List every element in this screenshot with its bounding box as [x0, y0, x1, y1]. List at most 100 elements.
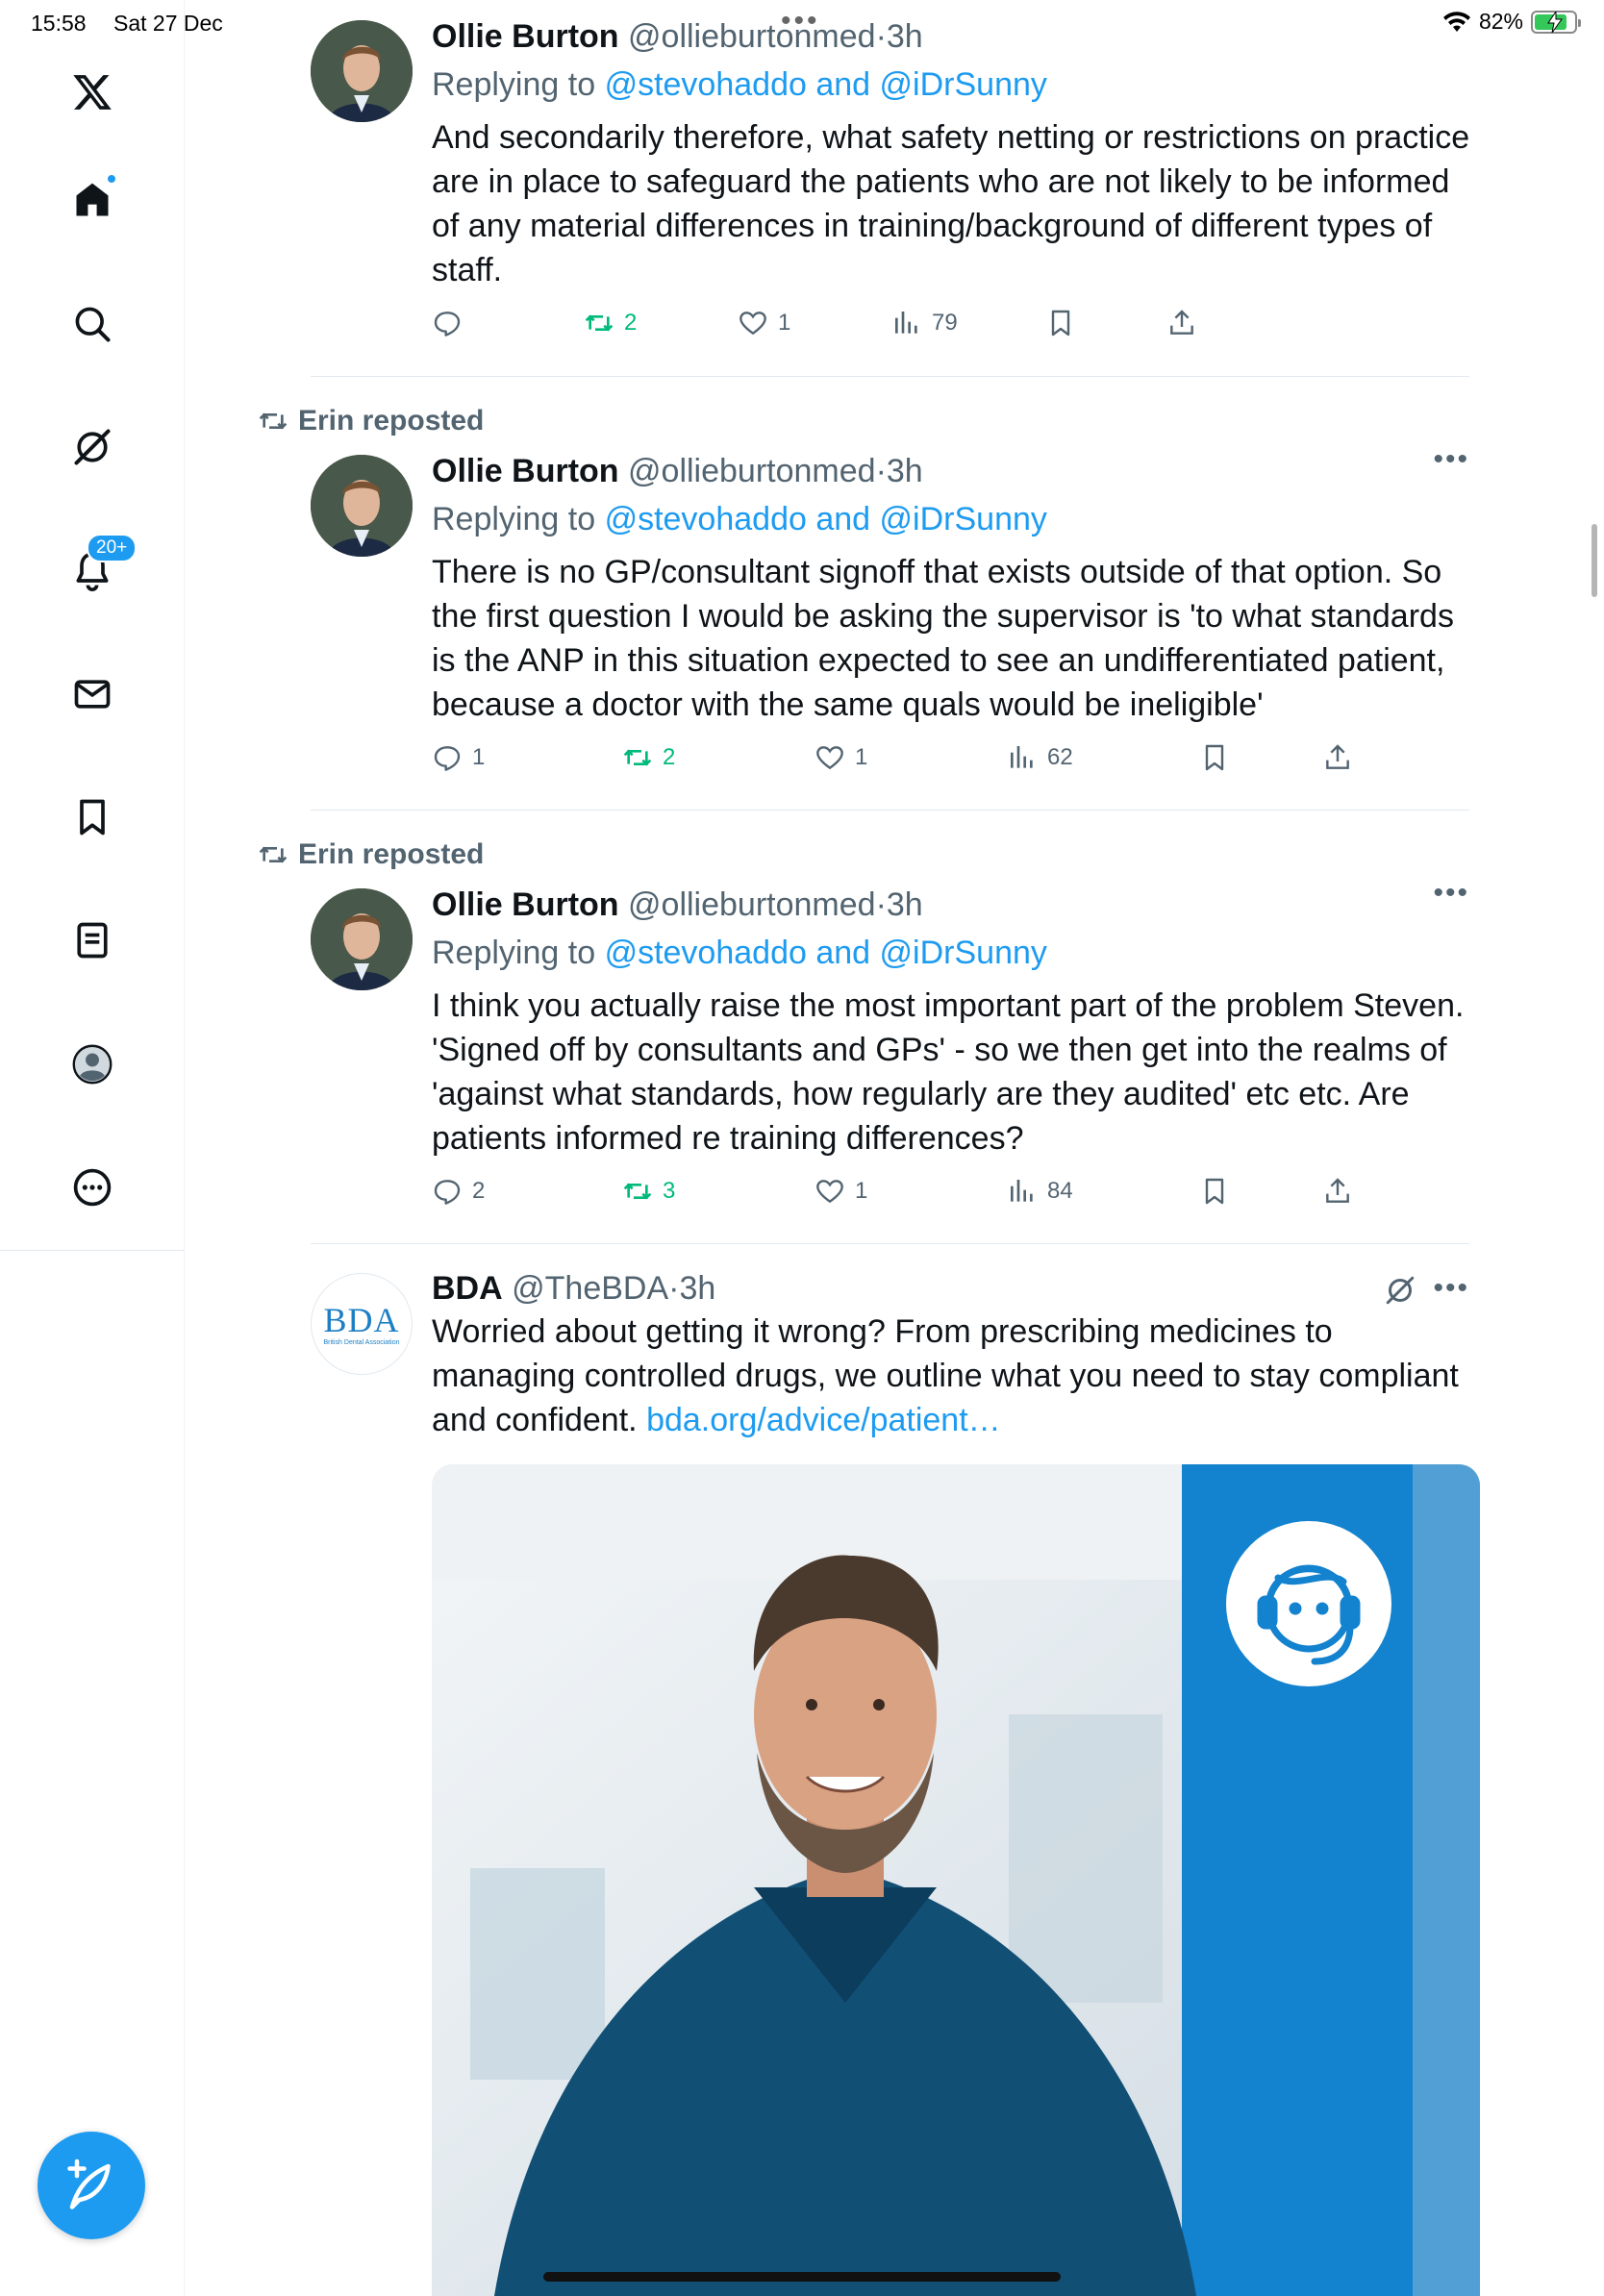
- profile-icon[interactable]: [54, 1026, 131, 1103]
- tweet[interactable]: ••• Ollie Burton @ollieburtonmed·3h Repl…: [311, 445, 1469, 808]
- bookmarks-icon[interactable]: [54, 779, 131, 856]
- reposted-by-label: Erin reposted: [298, 838, 485, 870]
- share-button[interactable]: [1322, 742, 1353, 773]
- bookmark-button[interactable]: [1199, 742, 1230, 773]
- retweet-icon: [623, 749, 652, 766]
- mention-link[interactable]: @iDrSunny: [880, 66, 1047, 103]
- separator-dot: ·: [875, 886, 887, 923]
- timestamp[interactable]: 3h: [887, 453, 923, 489]
- timestamp[interactable]: 3h: [679, 1270, 715, 1307]
- replying-to-label: Replying to: [432, 501, 596, 537]
- display-name[interactable]: Ollie Burton: [432, 18, 619, 55]
- handle[interactable]: @ollieburtonmed: [628, 453, 876, 489]
- bda-logo-subtitle: British Dental Association: [323, 1338, 400, 1346]
- tweet[interactable]: ••• Ollie Burton @ollieburtonmed·3h Repl…: [311, 879, 1469, 1241]
- tweet-text: I think you actually raise the most impo…: [432, 987, 1465, 1157]
- mention-link[interactable]: @stevohaddo: [605, 935, 807, 971]
- reply-button[interactable]: [432, 308, 472, 338]
- avatar[interactable]: [311, 20, 413, 122]
- repost-indicator[interactable]: Erin reposted: [258, 405, 484, 437]
- tweet-actions: 1 2 1 62: [432, 742, 1349, 781]
- like-button[interactable]: 1: [815, 742, 867, 773]
- mention-link[interactable]: @iDrSunny: [880, 501, 1047, 537]
- scroll-indicator[interactable]: [1591, 524, 1597, 597]
- and-label: and: [815, 66, 871, 103]
- share-icon: [1170, 310, 1193, 335]
- bookmark-button[interactable]: [1199, 1176, 1230, 1207]
- reposted-by-label: Erin reposted: [298, 405, 485, 437]
- share-button[interactable]: [1166, 308, 1197, 338]
- share-icon: [1326, 744, 1349, 769]
- display-name[interactable]: Ollie Burton: [432, 886, 619, 923]
- tweet-divider: [311, 1243, 1469, 1244]
- repost-indicator[interactable]: Erin reposted: [258, 838, 484, 871]
- separator-dot: ·: [875, 18, 887, 55]
- handle[interactable]: @ollieburtonmed: [628, 886, 876, 923]
- retweet-button[interactable]: 2: [622, 742, 675, 773]
- replying-to: Replying to @stevohaddo and @iDrSunny: [432, 500, 1480, 538]
- reply-count: 2: [472, 1178, 486, 1204]
- like-count: 1: [855, 1178, 868, 1204]
- handle[interactable]: @TheBDA: [512, 1270, 668, 1307]
- x-logo-icon[interactable]: [54, 54, 131, 131]
- views-button[interactable]: 84: [1007, 1176, 1073, 1207]
- tweet-link[interactable]: bda.org/advice/patient…: [646, 1402, 1001, 1438]
- tweet[interactable]: Ollie Burton @ollieburtonmed·3h Replying…: [311, 17, 1469, 373]
- mention-link[interactable]: @stevohaddo: [605, 501, 807, 537]
- share-button[interactable]: [1322, 1176, 1353, 1207]
- more-icon[interactable]: [54, 1149, 131, 1226]
- reply-icon: [434, 746, 461, 771]
- handle[interactable]: @ollieburtonmed: [628, 18, 876, 55]
- home-icon[interactable]: [54, 162, 131, 238]
- retweet-icon: [585, 314, 614, 332]
- tweet-content: Ollie Burton @ollieburtonmed·3h Replying…: [432, 886, 1480, 1205]
- notifications-icon[interactable]: 20+: [54, 532, 138, 609]
- views-button[interactable]: 62: [1007, 742, 1073, 773]
- home-indicator[interactable]: [543, 2272, 1061, 2282]
- reply-button[interactable]: 1: [432, 742, 485, 773]
- mention-link[interactable]: @iDrSunny: [880, 935, 1047, 971]
- mention-link[interactable]: @stevohaddo: [605, 66, 807, 103]
- tweet-actions: 2 1 79: [432, 308, 1201, 346]
- like-count: 1: [855, 744, 868, 770]
- reply-count: 1: [472, 744, 486, 770]
- display-name[interactable]: BDA: [432, 1270, 503, 1307]
- retweet-count: 3: [663, 1178, 676, 1204]
- tweet-text: There is no GP/consultant signoff that e…: [432, 554, 1454, 723]
- bookmark-icon: [1205, 744, 1224, 771]
- tweet-actions: 2 3 1 84: [432, 1176, 1349, 1214]
- like-button[interactable]: 1: [815, 1176, 867, 1207]
- sidebar-divider: [0, 1250, 185, 1251]
- tweet-header: Ollie Burton @ollieburtonmed·3h: [432, 17, 1480, 56]
- tweet-media-image[interactable]: [432, 1464, 1480, 2296]
- avatar[interactable]: BDA British Dental Association: [311, 1273, 413, 1375]
- home-unread-dot: [106, 173, 117, 185]
- tweet-divider: [311, 376, 1469, 377]
- avatar[interactable]: [311, 888, 413, 990]
- sidebar: 20+: [0, 0, 185, 2296]
- retweet-button[interactable]: 2: [584, 308, 637, 338]
- tweet-content: Ollie Burton @ollieburtonmed·3h Replying…: [432, 452, 1480, 771]
- timestamp[interactable]: 3h: [887, 18, 923, 55]
- and-label: and: [815, 935, 871, 971]
- reply-button[interactable]: 2: [432, 1176, 485, 1207]
- retweet-count: 2: [663, 744, 676, 770]
- tweet[interactable]: BDA British Dental Association ••• BDA @…: [311, 1269, 1480, 2296]
- views-icon: [1011, 1180, 1033, 1202]
- retweet-button[interactable]: 3: [622, 1176, 675, 1207]
- tweet-content: BDA @TheBDA·3h Worried about getting it …: [432, 1269, 1480, 2296]
- messages-icon[interactable]: [54, 656, 131, 733]
- views-button[interactable]: 79: [891, 308, 958, 338]
- like-button[interactable]: 1: [738, 308, 790, 338]
- search-icon[interactable]: [54, 286, 131, 362]
- timeline-feed: Ollie Burton @ollieburtonmed·3h Replying…: [186, 0, 1484, 2296]
- compose-button[interactable]: [38, 2132, 145, 2239]
- lists-icon[interactable]: [54, 902, 131, 979]
- bookmark-icon: [1051, 310, 1070, 337]
- tweet-text: Worried about getting it wrong? From pre…: [432, 1310, 1480, 1442]
- avatar[interactable]: [311, 455, 413, 557]
- bookmark-button[interactable]: [1045, 308, 1076, 338]
- grok-icon[interactable]: [54, 409, 131, 486]
- timestamp[interactable]: 3h: [887, 886, 923, 923]
- display-name[interactable]: Ollie Burton: [432, 453, 619, 489]
